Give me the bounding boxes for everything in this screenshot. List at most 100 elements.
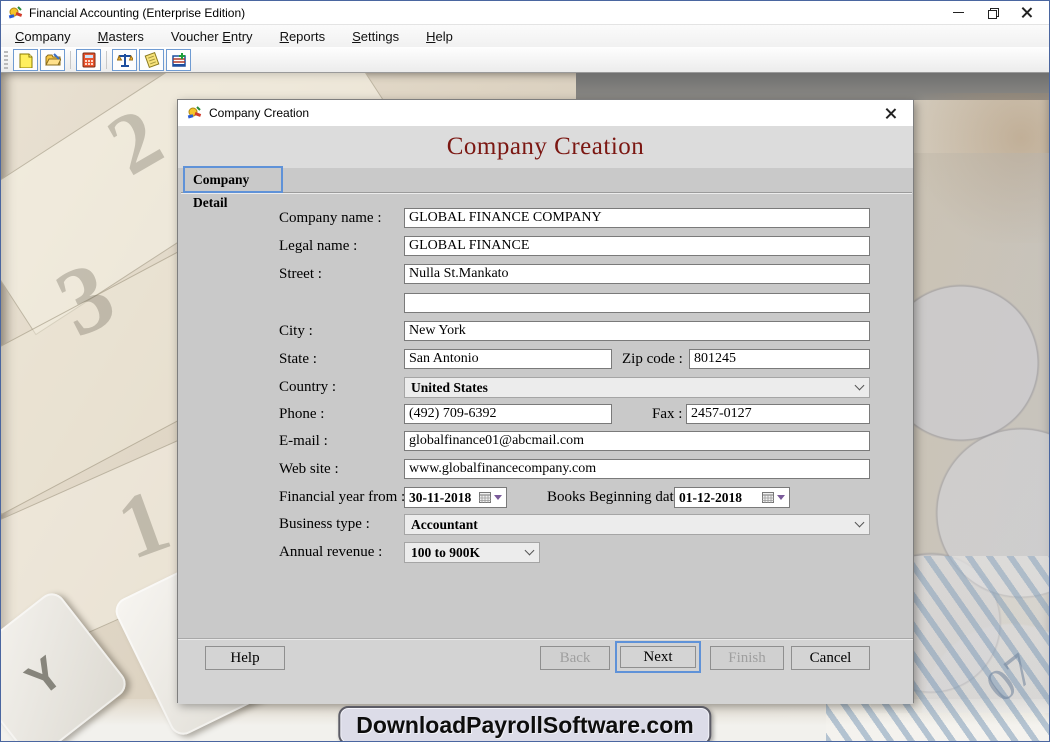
app-logo-icon bbox=[7, 5, 23, 21]
financial-year-from-datepicker[interactable]: 30-11-2018 bbox=[404, 487, 507, 508]
form-row-email: E-mail : bbox=[178, 431, 915, 453]
calculator-icon bbox=[81, 52, 97, 68]
website-label: Web site : bbox=[279, 461, 339, 478]
state-input[interactable] bbox=[404, 349, 612, 369]
books-beginning-datepicker[interactable]: 01-12-2018 bbox=[674, 487, 790, 508]
menu-settings[interactable]: Settings bbox=[352, 29, 399, 44]
menu-label-part: elp bbox=[435, 29, 452, 44]
form-row-phone-fax: Phone : Fax : bbox=[178, 404, 915, 426]
menu-access-key: R bbox=[280, 29, 289, 44]
menu-company[interactable]: Company bbox=[15, 29, 71, 44]
dropdown-arrow-icon bbox=[494, 495, 502, 500]
street2-input[interactable] bbox=[404, 293, 870, 313]
financial-year-from-value: 30-11-2018 bbox=[409, 490, 471, 506]
form-row-street2 bbox=[178, 293, 915, 315]
next-button[interactable]: Next bbox=[620, 646, 696, 668]
calendar-icon bbox=[479, 492, 491, 503]
save-company-toolbar-button[interactable] bbox=[166, 49, 191, 71]
app-logo-icon bbox=[186, 105, 202, 121]
legal-name-input[interactable] bbox=[404, 236, 870, 256]
dialog-button-bar: Help Back Next Finish Cancel bbox=[178, 638, 913, 704]
dropdown-arrow-icon bbox=[777, 495, 785, 500]
new-note-icon bbox=[18, 52, 34, 68]
tab-company-detail[interactable]: Company Detail bbox=[183, 166, 283, 193]
form-row-business-type: Business type : Accountant bbox=[178, 514, 915, 536]
annual-revenue-select[interactable]: 100 to 900K bbox=[404, 542, 540, 563]
menu-label-part: eports bbox=[289, 29, 325, 44]
books-beginning-date-label: Books Beginning date: bbox=[547, 489, 685, 506]
fax-input[interactable] bbox=[686, 404, 870, 424]
country-label: Country : bbox=[279, 379, 336, 396]
toolbar-separator bbox=[106, 51, 107, 69]
menu-voucher-entry[interactable]: Voucher Entry bbox=[171, 29, 253, 44]
street-label: Street : bbox=[279, 266, 322, 283]
menu-label-part: Voucher bbox=[171, 29, 222, 44]
toolbar-separator bbox=[70, 51, 71, 69]
cancel-button[interactable]: Cancel bbox=[791, 646, 870, 670]
form-row-country: Country : United States bbox=[178, 377, 915, 399]
new-company-toolbar-button[interactable] bbox=[13, 49, 38, 71]
street-input[interactable] bbox=[404, 264, 870, 284]
city-label: City : bbox=[279, 323, 313, 340]
legal-name-label: Legal name : bbox=[279, 238, 357, 255]
close-button[interactable] bbox=[1009, 2, 1043, 24]
menu-label-part: asters bbox=[108, 29, 143, 44]
close-icon bbox=[885, 108, 896, 119]
bg-barcode-number: 07 bbox=[976, 642, 1045, 712]
chevron-down-icon bbox=[855, 381, 865, 391]
form-row-dates: Financial year from : 30-11-2018 Books B… bbox=[178, 487, 915, 509]
menu-label-part: ettings bbox=[361, 29, 399, 44]
restore-button[interactable] bbox=[975, 2, 1009, 24]
toolbar bbox=[1, 47, 1049, 73]
help-button[interactable]: Help bbox=[205, 646, 285, 670]
restore-icon bbox=[988, 8, 997, 17]
calendar-icon bbox=[762, 492, 774, 503]
company-name-label: Company name : bbox=[279, 210, 381, 227]
zip-code-label: Zip code : bbox=[622, 351, 683, 368]
website-input[interactable] bbox=[404, 459, 870, 479]
menu-masters[interactable]: Masters bbox=[98, 29, 144, 44]
balance-scale-icon bbox=[117, 52, 133, 68]
open-folder-icon bbox=[45, 52, 61, 68]
menu-access-key: M bbox=[98, 29, 109, 44]
dialog-title: Company Creation bbox=[209, 106, 309, 120]
finish-button: Finish bbox=[710, 646, 784, 670]
zip-code-input[interactable] bbox=[689, 349, 870, 369]
menu-label-part: ompany bbox=[24, 29, 70, 44]
city-input[interactable] bbox=[404, 321, 870, 341]
company-name-input[interactable] bbox=[404, 208, 870, 228]
phone-input[interactable] bbox=[404, 404, 612, 424]
email-input[interactable] bbox=[404, 431, 870, 451]
ledger-toolbar-button[interactable] bbox=[139, 49, 164, 71]
dialog-heading: Company Creation bbox=[447, 133, 645, 161]
window-controls bbox=[941, 2, 1043, 24]
form-row-state-zip: State : Zip code : bbox=[178, 349, 915, 371]
minimize-icon bbox=[953, 12, 964, 13]
dialog-titlebar: Company Creation bbox=[178, 100, 913, 126]
annual-revenue-label: Annual revenue : bbox=[279, 544, 382, 561]
phone-label: Phone : bbox=[279, 406, 324, 423]
menu-help[interactable]: Help bbox=[426, 29, 453, 44]
minimize-button[interactable] bbox=[941, 2, 975, 24]
form-row-street: Street : bbox=[178, 264, 915, 286]
menu-label-part: ntry bbox=[231, 29, 253, 44]
balance-toolbar-button[interactable] bbox=[112, 49, 137, 71]
open-company-toolbar-button[interactable] bbox=[40, 49, 65, 71]
business-type-select[interactable]: Accountant bbox=[404, 514, 870, 535]
menubar: Company Masters Voucher Entry Reports Se… bbox=[1, 25, 1049, 47]
dialog-close-button[interactable] bbox=[875, 102, 905, 124]
form-row-city: City : bbox=[178, 321, 915, 343]
menu-reports[interactable]: Reports bbox=[280, 29, 326, 44]
country-select[interactable]: United States bbox=[404, 377, 870, 398]
calculator-toolbar-button[interactable] bbox=[76, 49, 101, 71]
window-title: Financial Accounting (Enterprise Edition… bbox=[29, 6, 245, 20]
watermark-text: DownloadPayrollSoftware.com bbox=[356, 712, 693, 738]
form-row-legal-name: Legal name : bbox=[178, 236, 915, 258]
ledger-book-icon bbox=[144, 52, 160, 68]
form-row-website: Web site : bbox=[178, 459, 915, 481]
annual-revenue-select-value: 100 to 900K bbox=[411, 545, 480, 561]
close-icon bbox=[1021, 7, 1032, 18]
financial-year-from-label: Financial year from : bbox=[279, 489, 405, 506]
menu-access-key: E bbox=[222, 29, 231, 44]
state-label: State : bbox=[279, 351, 317, 368]
